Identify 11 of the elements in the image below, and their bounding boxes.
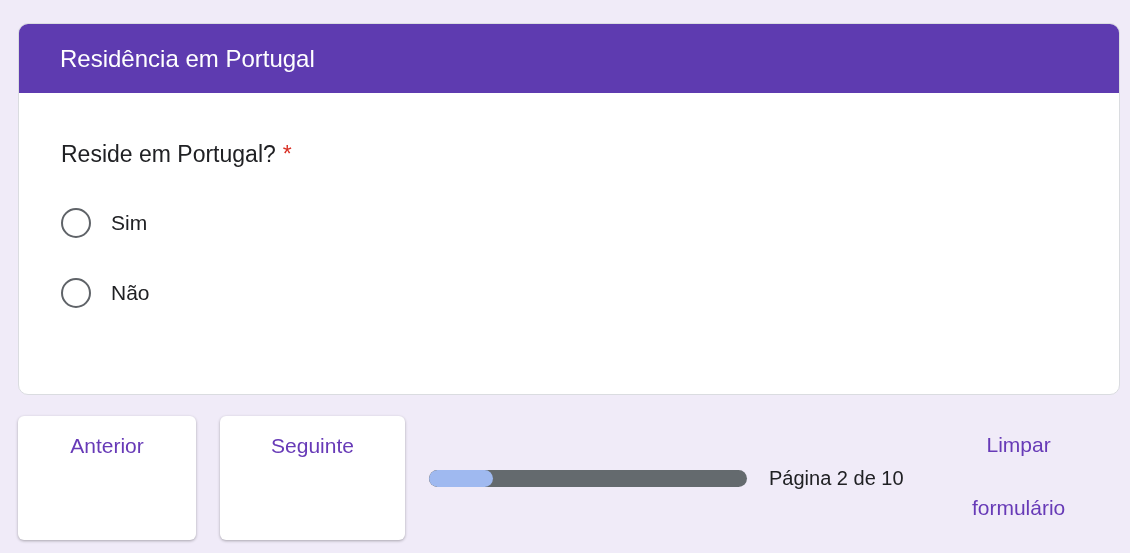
- radio-button[interactable]: [61, 208, 91, 238]
- section-title: Residência em Portugal: [60, 44, 315, 73]
- radio-button[interactable]: [61, 278, 91, 308]
- question-text: Reside em Portugal?: [61, 141, 276, 168]
- clear-form-button[interactable]: Limpar formulário: [943, 413, 1094, 539]
- page-indicator: Página 2 de 10: [769, 466, 904, 490]
- required-mark: *: [282, 141, 292, 168]
- option-label: Sim: [111, 211, 148, 235]
- option-label: Não: [111, 281, 150, 305]
- back-button[interactable]: Anterior: [18, 416, 196, 540]
- next-button[interactable]: Seguinte: [220, 416, 405, 540]
